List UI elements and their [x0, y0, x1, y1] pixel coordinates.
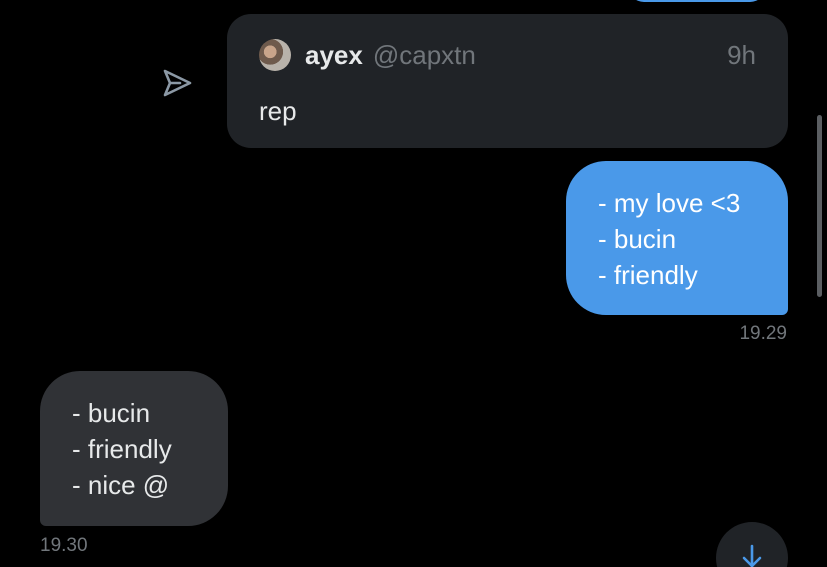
send-icon-glyph: [163, 69, 192, 97]
quoted-post-time: 9h: [727, 39, 756, 70]
scrollbar[interactable]: [817, 115, 822, 297]
avatar[interactable]: [259, 39, 291, 71]
quoted-post-header: ayex @capxtn 9h: [259, 38, 756, 72]
message-line: - friendly: [598, 260, 698, 290]
message-line: - bucin: [598, 224, 677, 254]
message-line: - bucin: [72, 398, 151, 428]
incoming-message-bubble[interactable]: - bucin - friendly - nice @: [40, 371, 228, 526]
dm-conversation: ayex @capxtn 9h rep - my love <3 - bucin…: [0, 0, 827, 567]
outgoing-message-bubble[interactable]: - my love <3 - bucin - friendly: [566, 161, 788, 315]
message-line: - nice @: [72, 470, 170, 500]
previous-message-bubble[interactable]: [628, 0, 766, 2]
message-line: - my love <3: [598, 188, 741, 218]
quoted-author-name[interactable]: ayex: [305, 40, 363, 71]
quoted-author-handle: @capxtn: [372, 39, 476, 70]
send-icon[interactable]: [158, 64, 196, 102]
scroll-to-bottom-button[interactable]: [716, 522, 788, 567]
quoted-post-card[interactable]: ayex @capxtn 9h rep: [227, 14, 788, 148]
message-timestamp: 19.30: [40, 535, 88, 556]
message-timestamp: 19.29: [739, 323, 787, 344]
message-line: - friendly: [72, 434, 172, 464]
arrow-down-icon: [742, 544, 762, 567]
quoted-post-text: rep: [259, 96, 297, 126]
